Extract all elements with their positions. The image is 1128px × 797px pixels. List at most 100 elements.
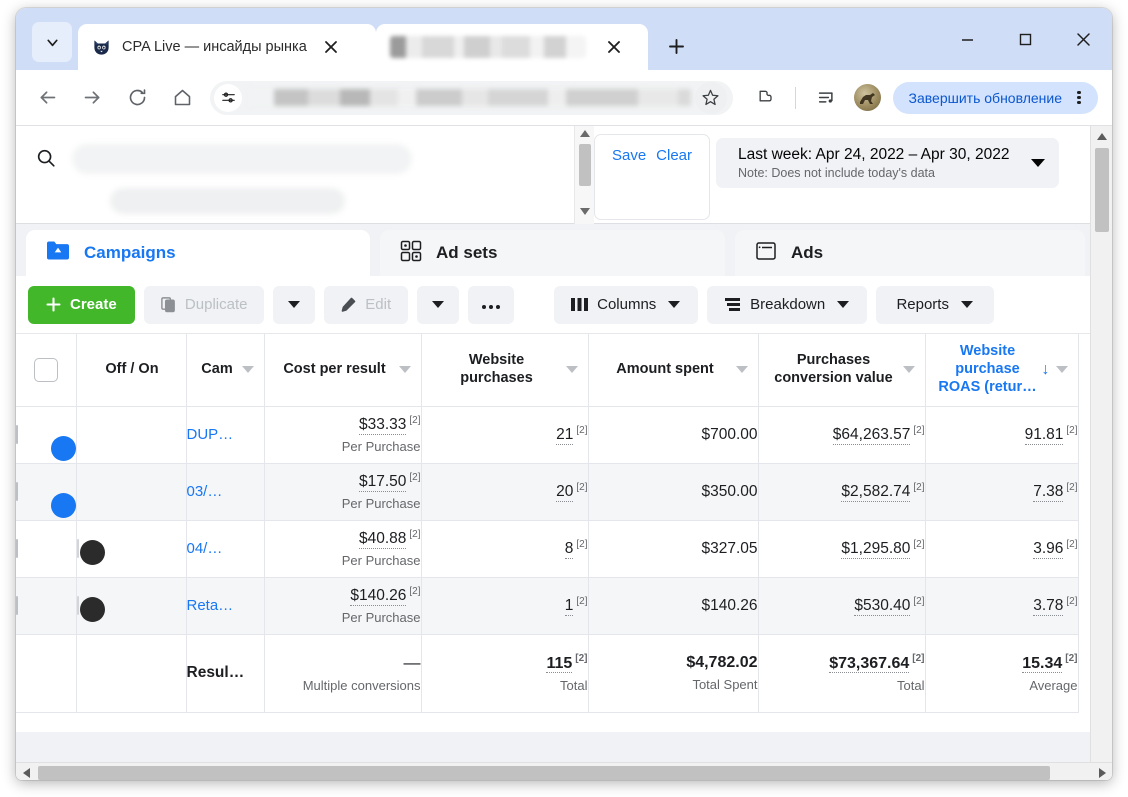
tab-ad-sets[interactable]: Ad sets bbox=[380, 230, 725, 276]
columns-button[interactable]: Columns bbox=[553, 285, 698, 324]
tab-ads[interactable]: Ads bbox=[735, 230, 1085, 276]
window-close-button[interactable] bbox=[1054, 13, 1112, 65]
purchases-conversion-value: $1,295.80 bbox=[841, 540, 911, 560]
date-range-note: Note: Does not include today's data bbox=[738, 166, 935, 180]
tab-campaigns[interactable]: Campaigns bbox=[26, 230, 370, 276]
scroll-up-arrow-icon[interactable] bbox=[580, 130, 590, 137]
edit-button[interactable]: Edit bbox=[323, 285, 408, 324]
header-amount-spent[interactable]: Amount spent bbox=[588, 334, 759, 407]
media-list-icon[interactable] bbox=[812, 82, 844, 114]
browser-tab-cpa-live[interactable]: CPA Live — инсайды рынка bbox=[78, 24, 376, 70]
scroll-up-arrow-icon[interactable] bbox=[1091, 126, 1112, 146]
window-controls bbox=[938, 8, 1112, 70]
cat-icon bbox=[92, 38, 111, 57]
duplicate-button-label: Duplicate bbox=[184, 296, 248, 313]
header-cost-per-result[interactable]: Cost per result bbox=[264, 334, 422, 407]
row-checkbox[interactable] bbox=[16, 481, 18, 501]
purchases-conversion-value: $2,582.74 bbox=[841, 483, 911, 503]
header-website-purchase-roas[interactable]: Website purchase ROAS (retur… ↓ bbox=[925, 334, 1079, 407]
bookmark-star-icon[interactable] bbox=[694, 81, 727, 114]
header-campaign-name-label: Cam bbox=[201, 360, 233, 377]
campaign-name-link[interactable]: 04/… bbox=[187, 540, 264, 557]
table-row[interactable]: 04/… $40.88 [2] Per Purchase 8 [2] $327.05 bbox=[16, 520, 1079, 578]
clear-button[interactable]: Clear bbox=[656, 147, 692, 164]
create-button-label: Create bbox=[70, 296, 117, 313]
date-range-picker[interactable]: Last week: Apr 24, 2022 – Apr 30, 2022 N… bbox=[716, 138, 1060, 188]
campaigns-table: Off / On Cam Cost per result Website pur… bbox=[16, 334, 1079, 713]
search-input[interactable] bbox=[68, 140, 594, 216]
window-minimize-button[interactable] bbox=[938, 13, 996, 65]
reports-button[interactable]: Reports bbox=[875, 285, 994, 324]
header-campaign-name[interactable]: Cam bbox=[186, 334, 265, 407]
duplicate-button[interactable]: Duplicate bbox=[143, 285, 264, 324]
sort-descending-icon[interactable]: ↓ bbox=[1042, 361, 1050, 379]
page-scrollbar-vertical[interactable] bbox=[1090, 126, 1112, 780]
page-scrollbar-horizontal[interactable] bbox=[16, 762, 1112, 780]
campaign-on-off-toggle[interactable] bbox=[76, 595, 105, 622]
browser-tab-redacted[interactable] bbox=[376, 24, 648, 70]
more-actions-button[interactable] bbox=[467, 285, 514, 324]
chevron-down-icon[interactable] bbox=[902, 366, 915, 374]
scroll-right-arrow-icon[interactable] bbox=[1092, 763, 1112, 781]
search-panel-scrollbar[interactable] bbox=[574, 126, 594, 224]
chevron-down-icon[interactable] bbox=[241, 366, 254, 374]
horizontal-scroll-thumb[interactable] bbox=[38, 765, 1050, 780]
search-panel-scroll-thumb[interactable] bbox=[579, 144, 591, 186]
edit-dropdown-button[interactable] bbox=[416, 285, 459, 324]
table-totals: Resul… — Multiple conversions 115 [2] Tot… bbox=[16, 633, 1079, 713]
create-button[interactable]: Create bbox=[28, 285, 135, 324]
reload-icon bbox=[129, 89, 145, 106]
totals-roas-cell: 15.34 [2] Average bbox=[925, 633, 1079, 713]
footnote-marker: [2] bbox=[576, 538, 588, 550]
chevron-down-icon[interactable] bbox=[735, 366, 748, 374]
select-all-checkbox[interactable] bbox=[33, 357, 58, 382]
date-range-label: Last week: Apr 24, 2022 – Apr 30, 2022 bbox=[738, 146, 1010, 163]
totals-amount-spent-sublabel: Total Spent bbox=[692, 677, 758, 692]
table-row[interactable]: Reta… $140.26 [2] Per Purchase 1 [2] $140.… bbox=[16, 577, 1079, 635]
kebab-menu-icon[interactable] bbox=[1066, 84, 1092, 112]
row-checkbox[interactable] bbox=[16, 595, 18, 615]
window-maximize-button[interactable] bbox=[996, 13, 1054, 65]
reload-button[interactable] bbox=[120, 81, 154, 115]
forward-button[interactable] bbox=[75, 81, 109, 115]
footnote-marker: [2] bbox=[409, 528, 421, 540]
profile-avatar[interactable] bbox=[853, 84, 881, 111]
scroll-left-arrow-icon[interactable] bbox=[16, 763, 36, 781]
finish-update-button[interactable]: Завершить обновление bbox=[892, 81, 1098, 114]
chevron-down-icon[interactable] bbox=[1031, 159, 1046, 167]
campaign-name-link[interactable]: DUP… bbox=[187, 426, 264, 443]
campaign-on-off-toggle[interactable] bbox=[76, 538, 105, 565]
table-row[interactable]: 03/… $17.50 [2] Per Purchase 20 [2] $350.0… bbox=[16, 463, 1079, 521]
save-button[interactable]: Save bbox=[612, 147, 646, 164]
tab-close-icon[interactable] bbox=[602, 35, 626, 59]
row-cost-per-result-cell: $33.33 [2] Per Purchase bbox=[264, 406, 422, 464]
totals-website-purchases-value: 115 bbox=[546, 654, 573, 673]
chevron-down-icon[interactable] bbox=[1055, 366, 1068, 374]
new-tab-button[interactable] bbox=[658, 28, 694, 64]
search-icon[interactable] bbox=[28, 140, 64, 176]
campaign-name-link[interactable]: Reta… bbox=[187, 597, 264, 614]
duplicate-dropdown-button[interactable] bbox=[272, 285, 315, 324]
row-amount-spent-cell: $350.00 bbox=[588, 463, 759, 521]
row-checkbox[interactable] bbox=[16, 538, 18, 558]
header-website-purchases[interactable]: Website purchases bbox=[421, 334, 589, 407]
chevron-down-icon bbox=[46, 39, 58, 46]
page-scroll-thumb[interactable] bbox=[1095, 148, 1109, 232]
scroll-down-arrow-icon[interactable] bbox=[580, 208, 590, 215]
breakdown-button[interactable]: Breakdown bbox=[706, 285, 867, 324]
row-checkbox[interactable] bbox=[16, 424, 18, 444]
campaign-name-link[interactable]: 03/… bbox=[187, 483, 264, 500]
extensions-puzzle-icon[interactable] bbox=[750, 82, 782, 114]
back-button[interactable] bbox=[30, 81, 64, 115]
address-bar[interactable] bbox=[210, 80, 733, 115]
home-button[interactable] bbox=[165, 81, 199, 115]
header-purchases-conversion-value[interactable]: Purchases conversion value bbox=[758, 334, 926, 407]
tab-search-chevron-icon[interactable] bbox=[32, 22, 72, 62]
totals-toggle-cell bbox=[76, 633, 187, 713]
table-row[interactable]: DUP… $33.33 [2] Per Purchase 21 [2] $700.0… bbox=[16, 406, 1079, 464]
chevron-down-icon[interactable] bbox=[565, 366, 578, 374]
row-website-purchases-cell: 8 [2] bbox=[421, 520, 589, 578]
chevron-down-icon[interactable] bbox=[398, 366, 411, 374]
site-settings-icon[interactable] bbox=[214, 83, 242, 112]
tab-close-icon[interactable] bbox=[319, 35, 343, 59]
